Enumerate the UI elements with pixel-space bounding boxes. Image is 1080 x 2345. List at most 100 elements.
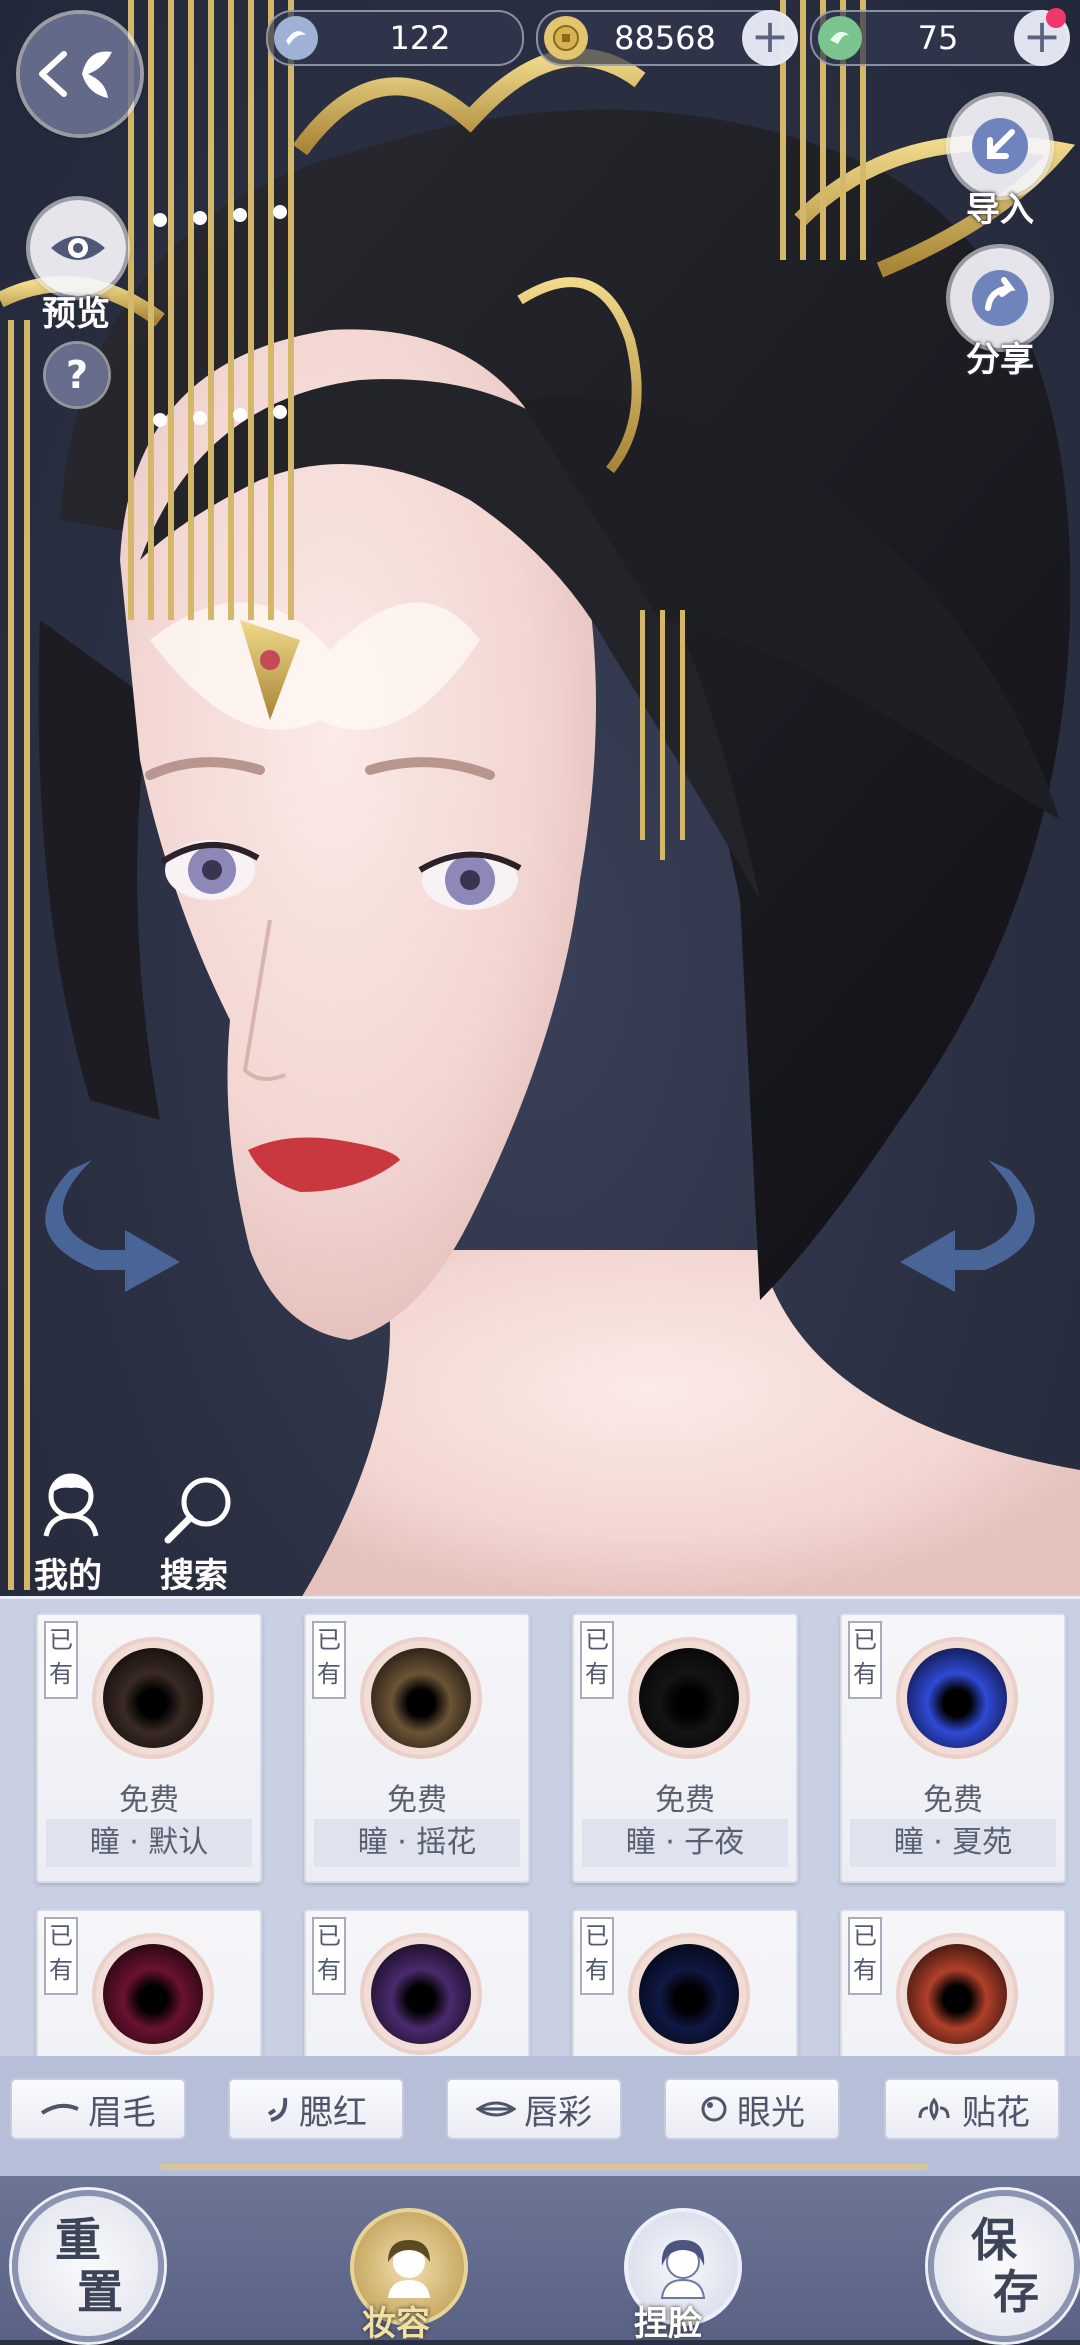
pupil-item-card[interactable]: 已有免费瞳 · 夏苑	[840, 1613, 1066, 1883]
owned-badge: 已有	[44, 1917, 78, 1995]
jade-currency: 75 +	[810, 8, 1070, 66]
add-copper-button[interactable]: +	[742, 10, 798, 66]
silver-coin-icon	[274, 16, 318, 60]
save-button[interactable]: 保 存	[928, 2190, 1080, 2342]
copper-amount: 88568	[614, 19, 716, 57]
search-button[interactable]	[160, 1474, 236, 1546]
tab-eye-light-label: 眼光	[737, 2092, 805, 2133]
pupil-swatch	[92, 1933, 214, 2055]
blush-icon	[267, 2097, 288, 2122]
back-butterfly-icon	[39, 51, 112, 98]
item-name: 瞳 · 夏苑	[850, 1819, 1056, 1867]
mine-button[interactable]	[36, 1470, 106, 1540]
pupil-swatch	[92, 1637, 214, 1759]
pupil-item-card[interactable]: 已有	[840, 1909, 1066, 2059]
character-render	[0, 0, 1080, 1600]
mine-label: 我的	[34, 1556, 102, 1596]
save-label-top: 保	[971, 2213, 1017, 2267]
pupil-item-grid: 已有 免费瞳 · 默认 已有 免费瞳 · 摇花 已有 免费瞳 · 子夜 已有 免费瞳 · 夏苑…	[0, 1596, 1080, 2059]
preview-label: 预览	[42, 294, 110, 334]
face-portrait-icon	[660, 2240, 706, 2299]
pupil-preview-icon	[907, 1944, 1007, 2044]
help-icon: ?	[65, 353, 89, 397]
lips-icon	[476, 2101, 516, 2117]
tab-decal-label: 贴花	[962, 2092, 1030, 2133]
item-price: 免费	[923, 1783, 983, 1818]
pupil-item-card[interactable]: 已有	[572, 1909, 798, 2059]
face-sculpt-label: 捏脸	[634, 2304, 702, 2344]
jade-amount: 75	[917, 19, 959, 57]
copper-currency: 88568 +	[536, 10, 798, 66]
item-price: 免费	[119, 1783, 179, 1818]
pupil-preview-icon	[371, 1944, 471, 2044]
reset-label-bottom: 置	[77, 2265, 123, 2319]
reset-label-top: 重	[55, 2213, 101, 2267]
pupil-preview-icon	[907, 1648, 1007, 1748]
import-label: 导入	[966, 190, 1034, 230]
item-name: 瞳 · 默认	[46, 1819, 252, 1867]
pupil-item-card[interactable]: 已有免费瞳 · 摇花	[304, 1613, 530, 1883]
user-avatar-icon	[43, 1473, 99, 1537]
import-icon	[972, 118, 1028, 174]
pupil-item-card[interactable]: 已有	[304, 1909, 530, 2059]
pupil-preview-icon	[639, 1944, 739, 2044]
preview-button[interactable]	[30, 200, 126, 296]
makeup-mode-label: 妆容	[362, 2304, 430, 2344]
tab-decal[interactable]: 贴花	[884, 2078, 1060, 2140]
pupil-swatch	[628, 1933, 750, 2055]
owned-badge: 已有	[312, 1917, 346, 1995]
item-price: 免费	[655, 1783, 715, 1818]
pupil-preview-icon	[639, 1648, 739, 1748]
tab-eye-light[interactable]: 眼光	[664, 2078, 840, 2140]
share-label: 分享	[966, 340, 1034, 380]
pupil-item-card[interactable]: 已有	[36, 1909, 262, 2059]
tab-scrollbar[interactable]	[160, 2164, 928, 2170]
reset-button[interactable]: 重 置	[12, 2190, 164, 2342]
search-icon	[164, 1477, 231, 1544]
character-preview-viewport[interactable]	[0, 0, 1080, 1600]
search-label: 搜索	[160, 1556, 228, 1596]
pupil-swatch	[896, 1637, 1018, 1759]
pupil-swatch	[628, 1637, 750, 1759]
import-button[interactable]	[950, 96, 1050, 196]
pupil-swatch	[896, 1933, 1018, 2055]
copper-coin-icon	[544, 16, 588, 60]
pupil-item-card[interactable]: 已有免费瞳 · 默认	[36, 1613, 262, 1883]
notification-dot	[1046, 8, 1066, 28]
help-button[interactable]: ?	[46, 344, 108, 406]
eye-icon	[51, 236, 105, 260]
pupil-preview-icon	[103, 1944, 203, 2044]
brow-icon	[40, 2103, 79, 2115]
share-icon	[972, 270, 1028, 326]
item-name: 瞳 · 子夜	[582, 1819, 788, 1867]
makeup-portrait-icon	[388, 2240, 430, 2298]
tab-blush[interactable]: 腮红	[228, 2078, 404, 2140]
makeup-category-tabs: 眉毛 腮红 唇彩 眼光 贴花	[0, 2056, 1080, 2176]
tab-blush-label: 腮红	[299, 2092, 367, 2133]
pupil-swatch	[360, 1933, 482, 2055]
tab-eyebrow-label: 眉毛	[88, 2092, 156, 2133]
owned-badge: 已有	[44, 1621, 78, 1699]
owned-badge: 已有	[848, 1917, 882, 1995]
owned-badge: 已有	[580, 1917, 614, 1995]
save-label-bottom: 存	[993, 2265, 1039, 2319]
pupil-swatch	[360, 1637, 482, 1759]
item-price: 免费	[387, 1783, 447, 1818]
owned-badge: 已有	[312, 1621, 346, 1699]
pupil-preview-icon	[103, 1648, 203, 1748]
tab-lip-color[interactable]: 唇彩	[446, 2078, 622, 2140]
jade-icon	[818, 16, 862, 60]
eye-light-icon	[701, 2096, 727, 2122]
tab-lip-color-label: 唇彩	[524, 2092, 592, 2133]
decal-icon	[918, 2097, 950, 2121]
tab-eyebrow[interactable]: 眉毛	[10, 2078, 186, 2140]
pupil-item-card[interactable]: 已有免费瞳 · 子夜	[572, 1613, 798, 1883]
silver-currency: 122	[266, 10, 524, 66]
add-jade-button[interactable]: +	[1014, 8, 1070, 66]
silver-amount: 122	[389, 19, 451, 57]
owned-badge: 已有	[580, 1621, 614, 1699]
item-name: 瞳 · 摇花	[314, 1819, 520, 1867]
pupil-preview-icon	[371, 1648, 471, 1748]
back-button[interactable]	[20, 14, 140, 134]
owned-badge: 已有	[848, 1621, 882, 1699]
